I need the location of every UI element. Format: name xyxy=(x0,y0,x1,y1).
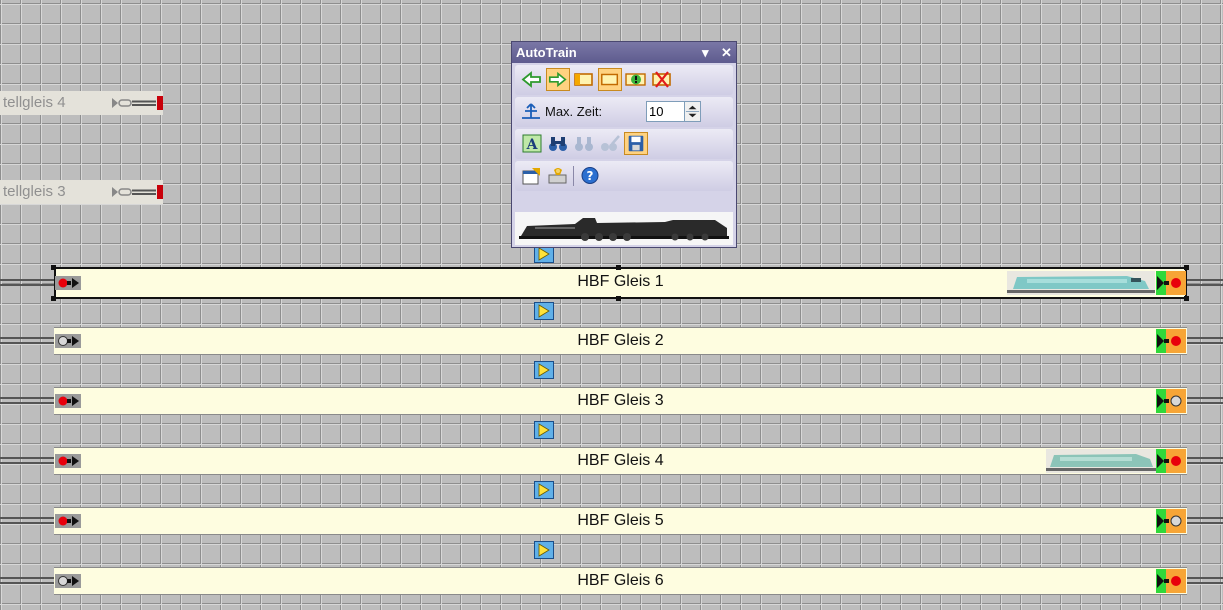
signal-red-icon[interactable] xyxy=(55,454,81,468)
svg-text:A: A xyxy=(526,137,539,153)
block-hbf-gleis-3[interactable]: HBF Gleis 3 xyxy=(54,387,1187,415)
block-hbf-gleis-5[interactable]: HBF Gleis 5 xyxy=(54,507,1187,535)
binoculars-edit-disabled-icon[interactable] xyxy=(598,132,622,155)
block-label: HBF Gleis 2 xyxy=(577,332,664,349)
help-icon[interactable]: ? xyxy=(578,164,602,187)
close-icon[interactable]: ✕ xyxy=(721,42,732,63)
binoculars-icon[interactable] xyxy=(546,132,570,155)
selection-handle[interactable] xyxy=(51,265,56,270)
text-a-icon[interactable]: A xyxy=(520,132,544,155)
direction-arrow-icon[interactable] xyxy=(534,361,554,379)
wizard-icon[interactable] xyxy=(546,164,570,187)
selection-handle[interactable] xyxy=(1184,296,1189,301)
track-hbf-gleis-6[interactable]: HBF Gleis 6 xyxy=(0,566,1223,596)
block-hbf-gleis-6[interactable]: HBF Gleis 6 xyxy=(54,567,1187,595)
arrow-left-icon[interactable] xyxy=(520,68,544,91)
track-hbf-gleis-3[interactable]: HBF Gleis 3 xyxy=(0,386,1223,416)
max-time-spinner[interactable] xyxy=(684,101,701,122)
block-label: HBF Gleis 6 xyxy=(577,572,664,589)
toolbar-search: A xyxy=(515,129,733,159)
save-icon[interactable] xyxy=(624,132,648,155)
signal-off-icon[interactable] xyxy=(55,574,81,588)
direction-arrow-icon[interactable] xyxy=(534,421,554,439)
track-hbf-gleis-2[interactable]: HBF Gleis 2 xyxy=(0,326,1223,356)
direction-arrow-icon[interactable] xyxy=(534,481,554,499)
max-time-label: Max. Zeit: xyxy=(545,104,603,119)
selection-handle[interactable] xyxy=(51,296,56,301)
track-hbf-gleis-5[interactable]: HBF Gleis 5 xyxy=(0,506,1223,536)
properties-icon[interactable] xyxy=(520,164,544,187)
direction-arrow-icon[interactable] xyxy=(534,541,554,559)
block-label: HBF Gleis 3 xyxy=(577,392,664,409)
block-hbf-gleis-2[interactable]: HBF Gleis 2 xyxy=(54,327,1187,355)
block-left-icon[interactable] xyxy=(572,68,596,91)
track-hbf-gleis-4[interactable]: HBF Gleis 4 xyxy=(0,446,1223,476)
arrow-right-icon[interactable] xyxy=(546,68,570,91)
track-hbf-gleis-1[interactable]: HBF Gleis 1 xyxy=(0,265,1223,301)
signal-red-icon[interactable] xyxy=(1156,449,1186,473)
direction-arrow-icon[interactable] xyxy=(534,302,554,320)
toolbar-time: Max. Zeit: 10 xyxy=(515,97,733,127)
toolbar-routes xyxy=(515,65,733,95)
teal-electric-locomotive-image xyxy=(1046,449,1156,473)
signal-off-icon[interactable] xyxy=(1156,389,1186,413)
autotrain-window[interactable]: AutoTrain ▾ ✕ Max. Zeit: 10 A ? xyxy=(511,41,737,248)
block-delete-icon[interactable] xyxy=(650,68,674,91)
teal-electric-locomotive-image xyxy=(1007,271,1155,295)
block-label: HBF Gleis 4 xyxy=(577,452,664,469)
block-both-icon[interactable] xyxy=(598,68,622,91)
buffer-stop-icon xyxy=(112,185,163,199)
signal-off-icon[interactable] xyxy=(55,334,81,348)
signal-red-icon[interactable] xyxy=(1156,329,1186,353)
steam-locomotive-image xyxy=(515,212,733,245)
siding-label: tellgleis 4 xyxy=(0,91,103,115)
timetable-icon[interactable] xyxy=(519,100,543,123)
buffer-stop-icon xyxy=(112,96,163,110)
signal-red-icon[interactable] xyxy=(1156,569,1186,593)
dropdown-triangle-icon[interactable]: ▾ xyxy=(702,42,709,63)
siding-label: tellgleis 3 xyxy=(0,180,103,204)
svg-text:?: ? xyxy=(587,169,594,183)
toolbar-options: ? xyxy=(515,161,733,191)
signal-off-icon[interactable] xyxy=(1156,509,1186,533)
block-hbf-gleis-4[interactable]: HBF Gleis 4 xyxy=(54,447,1187,475)
selection-handle[interactable] xyxy=(1184,265,1189,270)
block-alert-icon[interactable] xyxy=(624,68,648,91)
window-titlebar[interactable]: AutoTrain ▾ ✕ xyxy=(512,42,736,63)
binoculars-disabled-icon[interactable] xyxy=(572,132,596,155)
signal-red-icon[interactable] xyxy=(55,276,81,290)
signal-red-icon[interactable] xyxy=(55,514,81,528)
selection-handle[interactable] xyxy=(616,296,621,301)
signal-red-icon[interactable] xyxy=(1156,271,1186,295)
signal-red-icon[interactable] xyxy=(55,394,81,408)
block-label: HBF Gleis 5 xyxy=(577,512,664,529)
max-time-input[interactable]: 10 xyxy=(646,101,686,122)
selection-handle[interactable] xyxy=(616,265,621,270)
window-title: AutoTrain xyxy=(516,45,577,60)
